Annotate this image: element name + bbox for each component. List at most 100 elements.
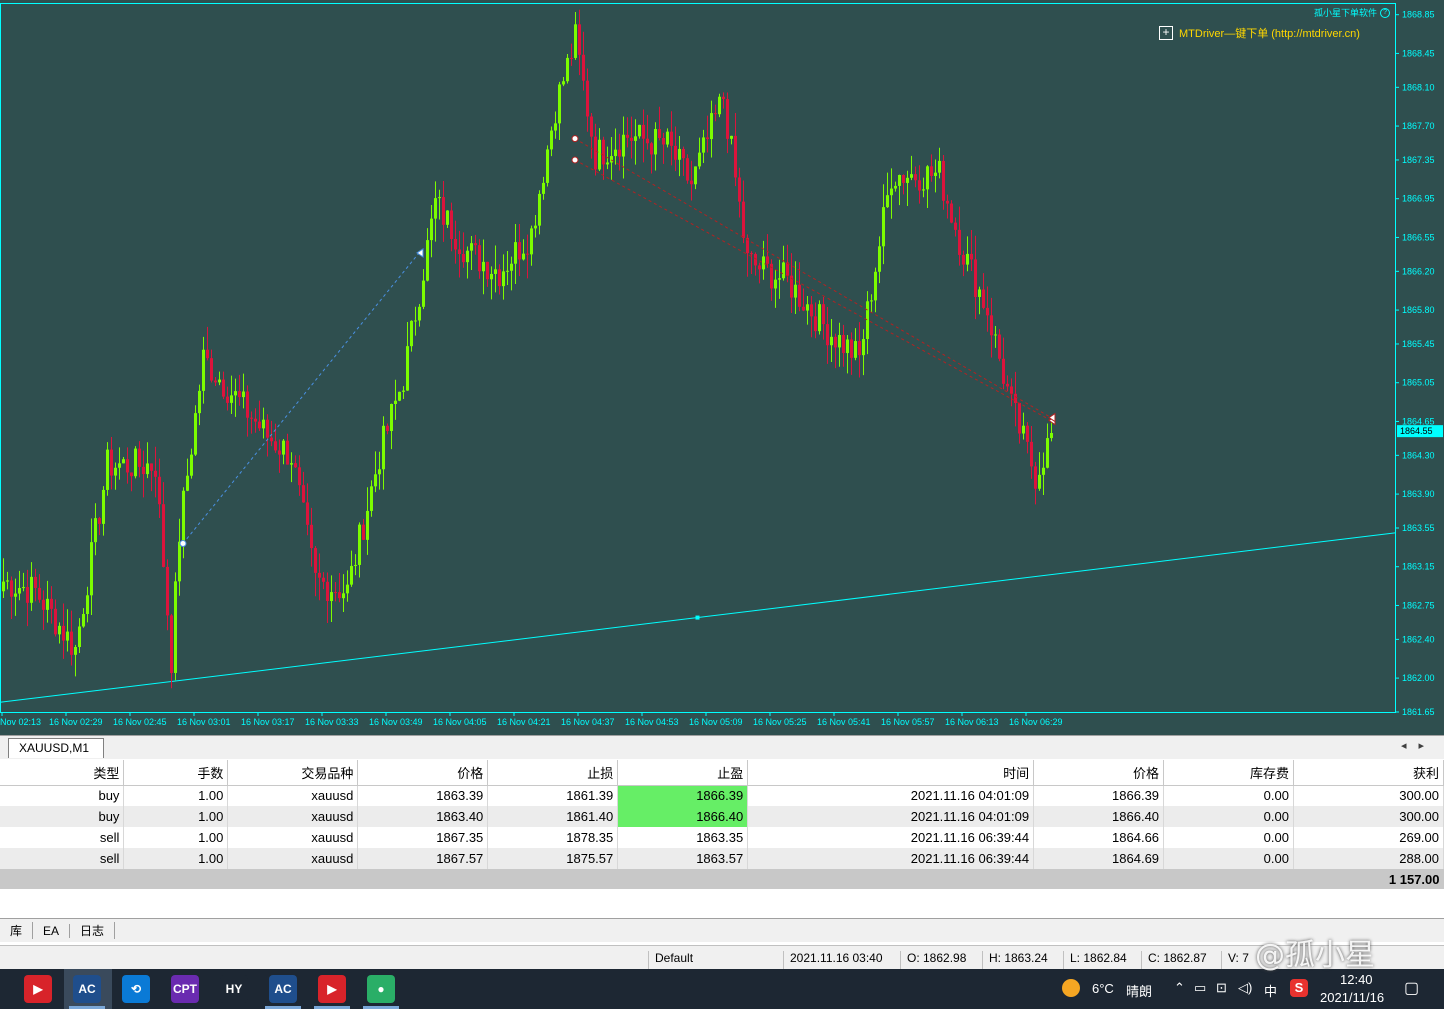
candle-body	[202, 349, 205, 391]
candle-body	[542, 182, 545, 194]
price-tick-label: 1863.15	[1402, 562, 1435, 572]
pdf-app-icon[interactable]: ▶	[24, 975, 52, 1003]
candle-body	[802, 306, 805, 311]
cell-swap: 0.00	[1163, 848, 1294, 869]
candle-body	[754, 254, 757, 266]
ac-app-icon[interactable]: AC	[73, 975, 101, 1003]
network-icon[interactable]: ⊡	[1216, 980, 1227, 996]
col-time[interactable]: 时间	[747, 760, 1035, 786]
notification-icon[interactable]: ▢	[1404, 978, 1419, 998]
speaker-icon[interactable]: ◁)	[1238, 980, 1252, 996]
price-chart[interactable]: 1868.85 1868.45 1868.10 1867.70 1867.35 1866.…	[0, 0, 1444, 735]
tab-xauusd-m1[interactable]: XAUUSD,M1	[8, 738, 104, 758]
candle-body	[970, 253, 973, 260]
tab-journal[interactable]: 日志	[70, 922, 116, 939]
candle-body	[990, 315, 993, 336]
cell-close-price: 1866.39	[1033, 785, 1165, 806]
order-row[interactable]: buy 1.00 xauusd 1863.39 1861.39 1866.39 2021.1…	[0, 785, 1444, 806]
candle-body	[630, 137, 633, 141]
scroll-right-icon[interactable]: ▸	[1418, 740, 1436, 752]
candle-body	[850, 339, 853, 358]
sogou-ime-icon[interactable]: S	[1290, 979, 1308, 997]
pdf2-app-icon[interactable]: ▶	[318, 975, 346, 1003]
chart-canvas[interactable]: 1868.85 1868.45 1868.10 1867.70 1867.35 1866.…	[0, 0, 1444, 735]
col-take-profit[interactable]: 止盈	[617, 760, 749, 786]
order-row[interactable]: sell 1.00 xauusd 1867.35 1878.35 1863.35 2021.…	[0, 827, 1444, 848]
cell-time: 2021.11.16 04:01:09	[747, 806, 1035, 827]
cell-type: buy	[0, 806, 125, 827]
col-swap[interactable]: 库存费	[1163, 760, 1294, 786]
ac2-app-icon[interactable]: AC	[269, 975, 297, 1003]
order-row[interactable]: buy 1.00 xauusd 1863.40 1861.40 1866.40 2021.1…	[0, 806, 1444, 827]
candle-body	[1010, 386, 1013, 394]
candle-body	[42, 599, 45, 610]
candle-body	[114, 467, 117, 476]
candle-body	[230, 395, 233, 403]
candle-body	[578, 24, 581, 55]
order-row[interactable]: sell 1.00 xauusd 1867.57 1875.57 1863.57 2021.…	[0, 848, 1444, 869]
col-stop-loss[interactable]: 止损	[487, 760, 619, 786]
wechat-app-icon[interactable]: ●	[367, 975, 395, 1003]
candle-body	[682, 148, 685, 159]
candle-body	[106, 449, 109, 490]
candle-body	[438, 197, 441, 199]
order-entry-marker	[571, 135, 579, 143]
candle-body	[926, 166, 929, 190]
mtdriver-badge[interactable]: + MTDriver—键下单 (http://mtdriver.cn)	[1159, 25, 1360, 41]
candle-body	[414, 320, 417, 322]
sun-icon[interactable]	[1062, 979, 1080, 997]
candle-body	[242, 391, 245, 398]
link-app-icon[interactable]: ⟲	[122, 975, 150, 1003]
weather-temp[interactable]: 6°C	[1092, 981, 1114, 996]
candle-body	[46, 598, 49, 610]
candle-body	[962, 254, 965, 265]
total-cell	[1033, 869, 1164, 889]
candle-body	[166, 566, 169, 616]
tab-scroll-arrows[interactable]: ◂▸	[1401, 739, 1436, 752]
candle-body	[870, 300, 873, 302]
candle-body	[958, 229, 961, 255]
cell-take-profit: 1863.57	[617, 848, 749, 869]
cell-open-price: 1867.57	[357, 848, 489, 869]
candle-body	[246, 391, 249, 418]
candle-body	[434, 198, 437, 219]
hy-app-icon[interactable]: HY	[220, 975, 248, 1003]
orders-table: 类型 手数 交易品种 价格 止损 止盈 时间 价格 库存费 获利 buy 1.00…	[0, 760, 1444, 889]
clock-date[interactable]: 2021/11/16	[1320, 990, 1384, 1005]
time-tick-label: 16 Nov 05:41	[817, 717, 871, 727]
candle-body	[458, 249, 461, 255]
scroll-left-icon[interactable]: ◂	[1401, 740, 1419, 752]
chevron-up-icon[interactable]: ⌃	[1174, 980, 1185, 996]
candle-body	[718, 96, 721, 115]
col-close-price[interactable]: 价格	[1033, 760, 1165, 786]
candle-body	[610, 156, 613, 163]
candle-body	[218, 379, 221, 383]
col-symbol[interactable]: 交易品种	[227, 760, 359, 786]
tab-library[interactable]: 库	[0, 922, 34, 939]
time-tick-label: 16 Nov 04:53	[625, 717, 679, 727]
status-profile[interactable]: Default	[648, 951, 782, 969]
info-icon[interactable]: ?	[1380, 7, 1391, 18]
expand-plus-icon[interactable]: +	[1159, 26, 1173, 40]
candle-body	[858, 341, 861, 356]
cell-take-profit: 1866.40	[617, 806, 749, 827]
candle-body	[930, 166, 933, 176]
cell-close-price: 1866.40	[1033, 806, 1165, 827]
tab-ea[interactable]: EA	[33, 923, 71, 938]
cell-stop-loss: 1878.35	[487, 827, 619, 848]
candle-body	[998, 334, 1001, 359]
cell-type: sell	[0, 827, 125, 848]
candle-body	[6, 580, 9, 582]
clock-time[interactable]: 12:40	[1340, 972, 1373, 987]
weather-text[interactable]: 晴朗	[1126, 981, 1152, 1000]
col-profit[interactable]: 获利	[1293, 760, 1444, 786]
battery-icon[interactable]: ▭	[1194, 980, 1206, 996]
col-type[interactable]: 类型	[0, 760, 125, 786]
candle-body	[206, 349, 209, 359]
col-open-price[interactable]: 价格	[357, 760, 489, 786]
candle-body	[150, 463, 153, 471]
ime-indicator[interactable]: 中	[1264, 981, 1277, 1000]
candle-body	[642, 124, 645, 139]
cpt-app-icon[interactable]: CPT	[171, 975, 199, 1003]
col-lots[interactable]: 手数	[123, 760, 229, 786]
